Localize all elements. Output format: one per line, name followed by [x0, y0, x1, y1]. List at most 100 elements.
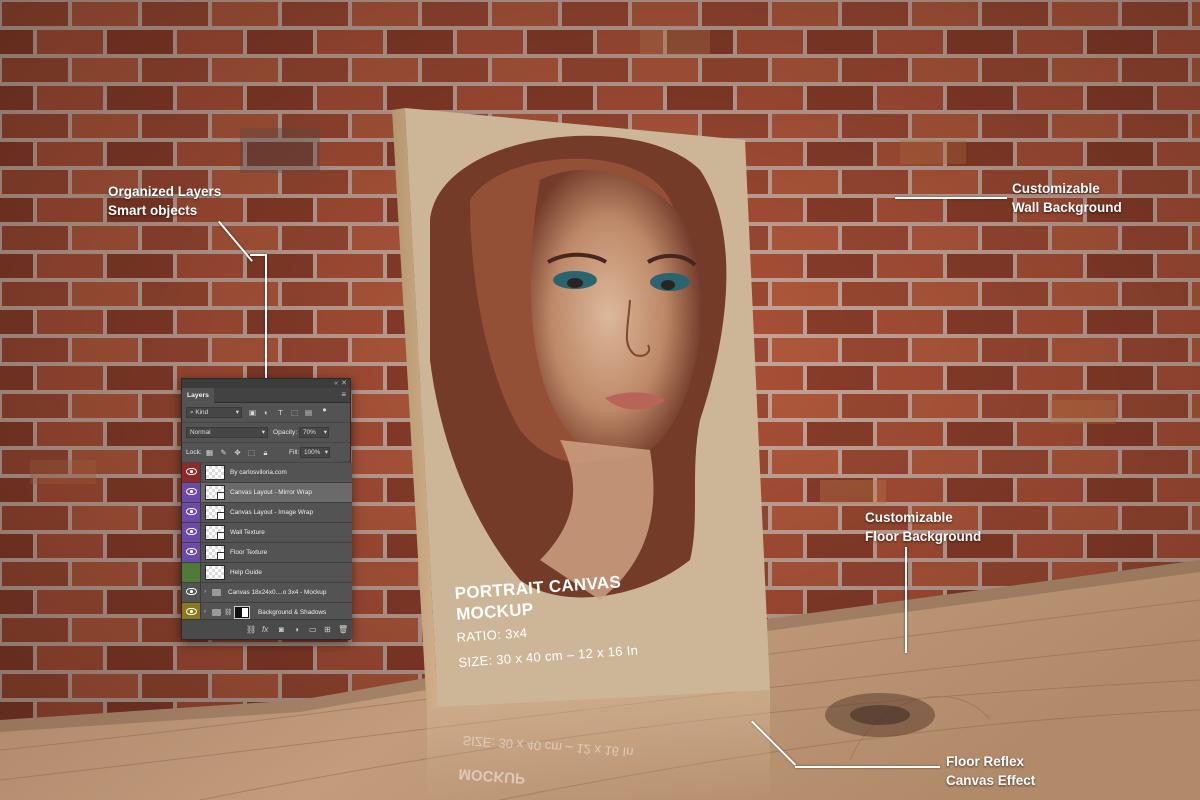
layer-name: By carlosviloria.com [230, 469, 287, 476]
lock-pixels-icon[interactable]: ✎ [219, 448, 228, 457]
add-mask-icon[interactable]: ◙ [279, 625, 284, 634]
blend-row: Normal ▾ Opacity: 70% ▾ [182, 423, 350, 443]
visibility-toggle[interactable] [182, 523, 201, 542]
mockup-scene: PORTRAIT CANVAS MOCKUP RATIO: 3x4 SIZE: … [0, 0, 1200, 800]
layer-name: Help Guide [230, 569, 262, 576]
panel-menu-icon[interactable]: ≡ [341, 391, 346, 399]
filter-kind-value: Kind [195, 409, 209, 416]
layer-row[interactable]: Floor Texture [182, 543, 352, 563]
close-icon[interactable]: ✕ [341, 379, 347, 388]
smart-object-thumbnail [205, 525, 225, 540]
new-layer-icon[interactable]: ⊞ [324, 625, 331, 634]
layers-leader-horizontal [250, 254, 266, 256]
filter-row: ⌕ Kind ▾ ▣ ◐ T ⬚ ▤ ● [182, 403, 350, 423]
visibility-toggle[interactable] [182, 483, 201, 502]
panel-titlebar[interactable]: « ✕ [182, 379, 350, 388]
new-group-icon[interactable]: ▭ [309, 625, 317, 634]
layer-row[interactable]: By carlosviloria.com [182, 463, 352, 483]
chevron-down-icon: ▾ [323, 429, 327, 436]
adjustment-layer-icon[interactable]: ◑ [294, 625, 299, 634]
eye-icon [186, 588, 197, 595]
visibility-toggle[interactable] [182, 583, 201, 602]
annotation-wall-subtitle: Wall Background [1012, 200, 1122, 215]
filter-kind-select[interactable]: ⌕ Kind ▾ [186, 407, 242, 418]
visibility-toggle[interactable] [182, 543, 201, 562]
layers-leader-vertical [265, 254, 267, 388]
visibility-toggle[interactable] [182, 463, 201, 482]
smart-object-thumbnail [205, 545, 225, 560]
layer-group-row[interactable]: › Canvas 18x24x0....o 3x4 - Mockup [182, 583, 352, 603]
panel-tabbar: Layers ≡ [182, 388, 350, 403]
chevron-down-icon: ▾ [324, 449, 328, 456]
annotation-wall-background: Customizable Wall Background [1012, 179, 1122, 217]
chevron-right-icon[interactable]: › [204, 588, 206, 595]
layer-row[interactable]: Help Guide [182, 563, 352, 583]
annotation-reflex-title: Floor Reflex [946, 754, 1025, 769]
opacity-label: Opacity: [273, 429, 298, 436]
fill-label: Fill: [289, 449, 300, 456]
annotation-floor-reflex: Floor Reflex Canvas Effect [946, 752, 1035, 790]
fill-value: 100% [304, 449, 321, 456]
lock-row: Lock: ▦ ✎ ✥ ⬚ 🔒︎ Fill: 100% ▾ [182, 443, 350, 463]
lock-transparency-icon[interactable]: ▦ [205, 448, 214, 457]
pixel-filter-icon[interactable]: ▣ [248, 408, 257, 417]
smart-object-thumbnail [205, 505, 225, 520]
annotation-floor-subtitle: Floor Background [865, 529, 982, 544]
opacity-field[interactable]: 70% ▾ [299, 427, 329, 438]
type-filter-icon[interactable]: T [276, 408, 285, 417]
layer-mask-thumbnail [234, 606, 250, 619]
smart-object-thumbnail [205, 485, 225, 500]
layers-panel[interactable]: « ✕ Layers ≡ ⌕ Kind ▾ ▣ ◐ T ⬚ ▤ ● Normal… [181, 378, 352, 640]
wall-leader [895, 197, 1007, 199]
annotation-floor-background: Customizable Floor Background [865, 508, 981, 546]
annotation-floor-title: Customizable [865, 510, 953, 525]
smart-object-filter-icon[interactable]: ▤ [304, 408, 313, 417]
layer-name: Wall Texture [230, 529, 265, 536]
tab-layers[interactable]: Layers [182, 388, 214, 403]
trash-icon[interactable]: 🗑︎ [338, 625, 348, 634]
visibility-toggle[interactable] [182, 503, 201, 522]
panel-footer: ⛓︎ fx ◙ ◑ ▭ ⊞ 🗑︎ [182, 619, 352, 639]
folder-icon [212, 609, 221, 616]
blend-mode-value: Normal [190, 429, 211, 436]
fill-field[interactable]: 100% ▾ [300, 447, 330, 458]
layer-name: Floor Texture [230, 549, 268, 556]
layer-row[interactable]: Canvas Layout - Mirror Wrap [182, 483, 352, 503]
annotation-reflex-subtitle: Canvas Effect [946, 773, 1036, 788]
folder-icon [212, 589, 221, 596]
filter-toggle-icon[interactable]: ● [320, 405, 329, 414]
lock-artboard-icon[interactable]: ⬚ [247, 448, 256, 457]
eye-icon [186, 468, 197, 475]
layer-thumbnail [205, 565, 225, 580]
link-icon: ⛓︎ [224, 609, 233, 616]
reflex-leader-horizontal [795, 766, 940, 768]
layer-row[interactable]: Wall Texture [182, 523, 352, 543]
eye-icon [186, 608, 197, 615]
layer-row[interactable]: Canvas Layout - Image Wrap [182, 503, 352, 523]
fx-icon[interactable]: fx [262, 625, 268, 634]
eye-icon [186, 548, 197, 555]
opacity-value: 70% [303, 429, 316, 436]
layer-name: Canvas Layout - Image Wrap [230, 509, 314, 516]
layer-thumbnail [205, 465, 225, 480]
eye-icon [186, 508, 197, 515]
floor-leader [905, 547, 907, 653]
portrait-canvas [392, 108, 770, 800]
eye-icon [186, 488, 197, 495]
layer-name: Background & Shadows [258, 609, 327, 616]
blend-mode-select[interactable]: Normal ▾ [186, 427, 268, 438]
lock-all-icon[interactable]: 🔒︎ [261, 448, 270, 457]
adjustment-filter-icon[interactable]: ◐ [262, 408, 271, 417]
link-layers-icon[interactable]: ⛓︎ [246, 625, 256, 634]
annotation-layers-subtitle: Smart objects [108, 203, 198, 218]
lock-label: Lock: [186, 449, 202, 456]
annotation-wall-title: Customizable [1012, 181, 1100, 196]
lock-position-icon[interactable]: ✥ [233, 448, 242, 457]
shape-filter-icon[interactable]: ⬚ [290, 408, 299, 417]
layer-name: Canvas Layout - Mirror Wrap [230, 489, 312, 496]
eye-icon [186, 528, 197, 535]
chevron-down-icon: ▾ [261, 429, 265, 436]
collapse-icon[interactable]: « [334, 379, 338, 388]
visibility-toggle[interactable] [182, 563, 201, 582]
chevron-right-icon[interactable]: › [204, 608, 206, 615]
